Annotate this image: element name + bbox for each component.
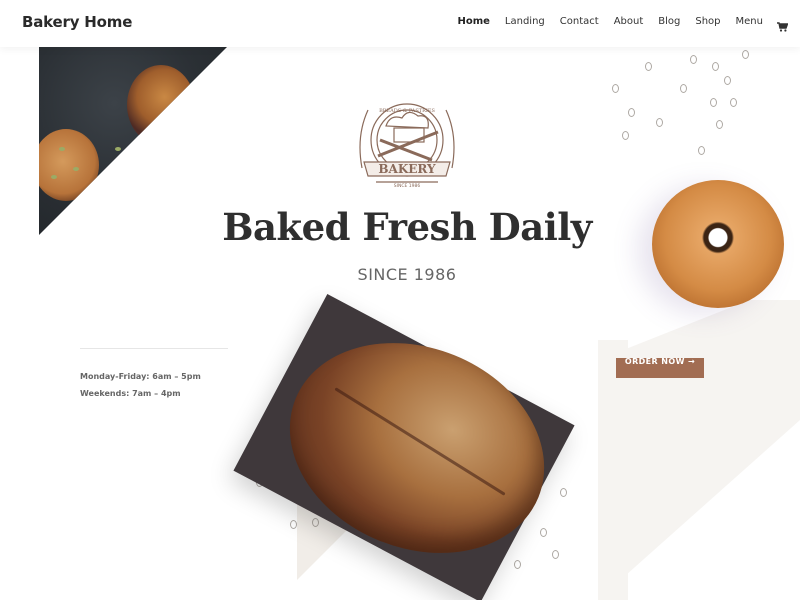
oat-flake-icon	[612, 84, 619, 93]
oat-flake-icon	[656, 118, 663, 127]
nav-item-contact[interactable]: Contact	[560, 16, 599, 27]
hours-weekdays: Monday-Friday: 6am – 5pm	[80, 372, 201, 381]
nav-item-shop[interactable]: Shop	[695, 16, 720, 27]
hours-divider	[80, 348, 228, 349]
pumpkin-seed	[115, 147, 121, 151]
oat-flake-icon	[628, 108, 635, 117]
background-cream-band	[598, 300, 800, 600]
background-cream-strip	[598, 340, 628, 600]
oat-flake-icon	[710, 98, 717, 107]
bagel-image	[652, 180, 784, 308]
nav-item-about[interactable]: About	[614, 16, 644, 27]
muffin-image	[127, 65, 195, 145]
pumpkin-seed	[73, 167, 79, 171]
order-now-button[interactable]: ORDER NOW →	[616, 358, 704, 378]
oat-flake-icon	[724, 76, 731, 85]
oat-flake-icon	[645, 62, 652, 71]
main-nav: Home Landing Contact About Blog Shop Men…	[442, 16, 789, 32]
oat-flake-icon	[742, 50, 749, 59]
oat-flake-icon	[730, 98, 737, 107]
nav-item-home[interactable]: Home	[457, 16, 489, 27]
pumpkin-seed	[51, 175, 57, 179]
muffin-image	[39, 129, 99, 201]
oat-flake-icon	[716, 120, 723, 129]
nav-item-menu[interactable]: Menu	[736, 16, 763, 27]
bread-image	[233, 293, 576, 600]
oat-flake-icon	[690, 55, 697, 64]
pumpkin-seed	[59, 147, 65, 151]
logo-bottom-text: SINCE 1986	[394, 183, 421, 189]
bakery-logo: BREADS & PASTRIES BAKERY SINCE 1986	[346, 96, 468, 192]
logo-top-text: BREADS & PASTRIES	[379, 108, 435, 114]
nav-item-landing[interactable]: Landing	[505, 16, 545, 27]
logo-name-text: BAKERY	[378, 162, 436, 176]
oat-flake-icon	[698, 146, 705, 155]
oat-flake-icon	[712, 62, 719, 71]
shopping-cart-icon[interactable]	[777, 17, 789, 32]
oat-flake-icon	[622, 131, 629, 140]
hours-weekends: Weekends: 7am – 4pm	[80, 389, 181, 398]
oat-flake-icon	[680, 84, 687, 93]
site-header: Bakery Home Home Landing Contact About B…	[0, 0, 800, 47]
nav-item-blog[interactable]: Blog	[658, 16, 680, 27]
site-logo-text[interactable]: Bakery Home	[22, 13, 132, 31]
